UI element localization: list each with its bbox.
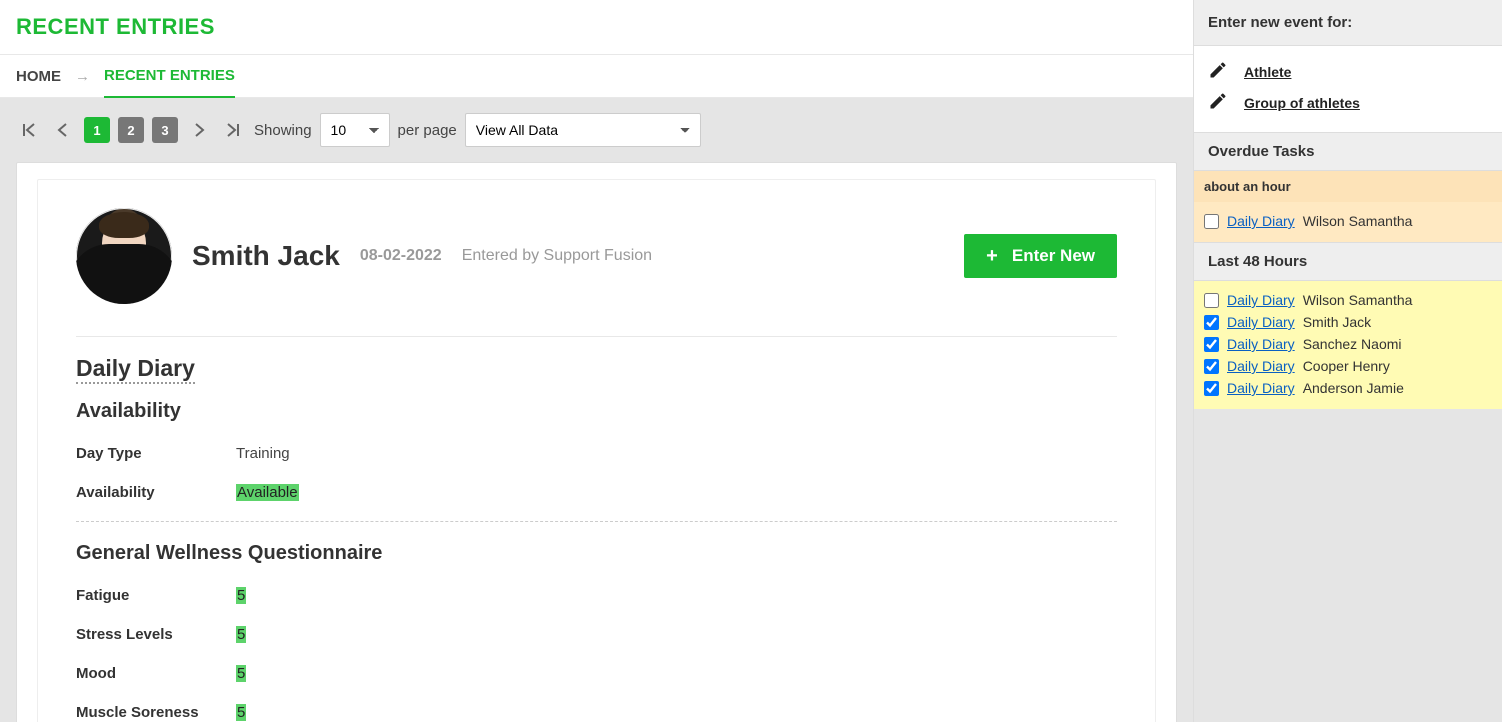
overdue-subheading: about an hour [1194,171,1502,202]
day-type-label: Day Type [76,445,236,462]
page-3-button[interactable]: 3 [152,117,178,143]
task-row: Daily Diary Cooper Henry [1204,355,1492,377]
daily-diary-link[interactable]: Daily Diary [76,355,195,384]
page-title: RECENT ENTRIES [0,0,1193,54]
enter-event-athlete-label: Athlete [1244,64,1291,80]
enter-event-group[interactable]: Group of athletes [1208,87,1488,118]
task-checkbox[interactable] [1204,315,1219,330]
fatigue-value: 5 [236,587,246,604]
mood-label: Mood [76,665,236,682]
avatar [76,208,172,304]
task-row: Daily Diary Wilson Samantha [1204,289,1492,311]
enter-event-group-label: Group of athletes [1244,95,1360,111]
per-page-label: per page [398,122,457,139]
task-person: Wilson Samantha [1303,292,1413,308]
entry-name: Smith Jack [192,240,340,272]
recent-tasks-list: Daily Diary Wilson Samantha Daily Diary … [1194,281,1502,409]
day-type-value: Training [236,445,290,462]
task-person: Smith Jack [1303,314,1371,330]
pagination-toolbar: 1 2 3 Showing 10 per page View All Data [0,98,1193,162]
task-checkbox[interactable] [1204,337,1219,352]
divider-dashed [76,521,1117,522]
availability-label: Availability [76,484,236,501]
task-row: Daily Diary Smith Jack [1204,311,1492,333]
last-page-icon[interactable] [220,117,246,143]
task-row: Daily Diary Wilson Samantha [1204,210,1492,232]
breadcrumb-current[interactable]: RECENT ENTRIES [104,67,235,99]
overdue-tasks-list: Daily Diary Wilson Samantha [1194,202,1502,242]
plus-icon: + [986,245,998,268]
divider [76,336,1117,337]
entry-card: Smith Jack 08-02-2022 Entered by Support… [16,162,1177,722]
task-link[interactable]: Daily Diary [1227,314,1295,330]
stress-value: 5 [236,626,246,643]
pencil-icon [1208,60,1228,83]
prev-page-icon[interactable] [50,117,76,143]
task-person: Wilson Samantha [1303,213,1413,229]
fatigue-label: Fatigue [76,587,236,604]
soreness-value: 5 [236,704,246,721]
pencil-icon [1208,91,1228,114]
task-row: Daily Diary Anderson Jamie [1204,377,1492,399]
breadcrumb-home[interactable]: HOME [16,68,61,85]
showing-label: Showing [254,122,312,139]
task-checkbox[interactable] [1204,293,1219,308]
task-person: Cooper Henry [1303,358,1390,374]
task-link[interactable]: Daily Diary [1227,292,1295,308]
enter-event-heading: Enter new event for: [1194,0,1502,46]
mood-value: 5 [236,665,246,682]
enter-new-label: Enter New [1012,246,1095,266]
breadcrumb: HOME → RECENT ENTRIES [0,54,1193,98]
first-page-icon[interactable] [16,117,42,143]
task-row: Daily Diary Sanchez Naomi [1204,333,1492,355]
task-checkbox[interactable] [1204,359,1219,374]
task-link[interactable]: Daily Diary [1227,213,1295,229]
view-filter-select[interactable]: View All Data [465,113,701,147]
breadcrumb-separator-icon: → [75,68,90,85]
availability-value: Available [236,484,299,501]
task-link[interactable]: Daily Diary [1227,380,1295,396]
task-link[interactable]: Daily Diary [1227,336,1295,352]
stress-label: Stress Levels [76,626,236,643]
soreness-label: Muscle Soreness [76,704,236,721]
task-person: Sanchez Naomi [1303,336,1402,352]
task-checkbox[interactable] [1204,381,1219,396]
page-2-button[interactable]: 2 [118,117,144,143]
next-page-icon[interactable] [186,117,212,143]
entry-entered-by: Entered by Support Fusion [462,247,652,265]
task-link[interactable]: Daily Diary [1227,358,1295,374]
overdue-heading: Overdue Tasks [1194,132,1502,171]
availability-heading: Availability [76,400,1117,423]
enter-new-button[interactable]: + Enter New [964,234,1117,278]
task-person: Anderson Jamie [1303,380,1404,396]
task-checkbox[interactable] [1204,214,1219,229]
wellness-heading: General Wellness Questionnaire [76,542,1117,565]
last48-heading: Last 48 Hours [1194,242,1502,281]
page-1-button[interactable]: 1 [84,117,110,143]
entry-date: 08-02-2022 [360,247,442,265]
per-page-select[interactable]: 10 [320,113,390,147]
enter-event-athlete[interactable]: Athlete [1208,56,1488,87]
